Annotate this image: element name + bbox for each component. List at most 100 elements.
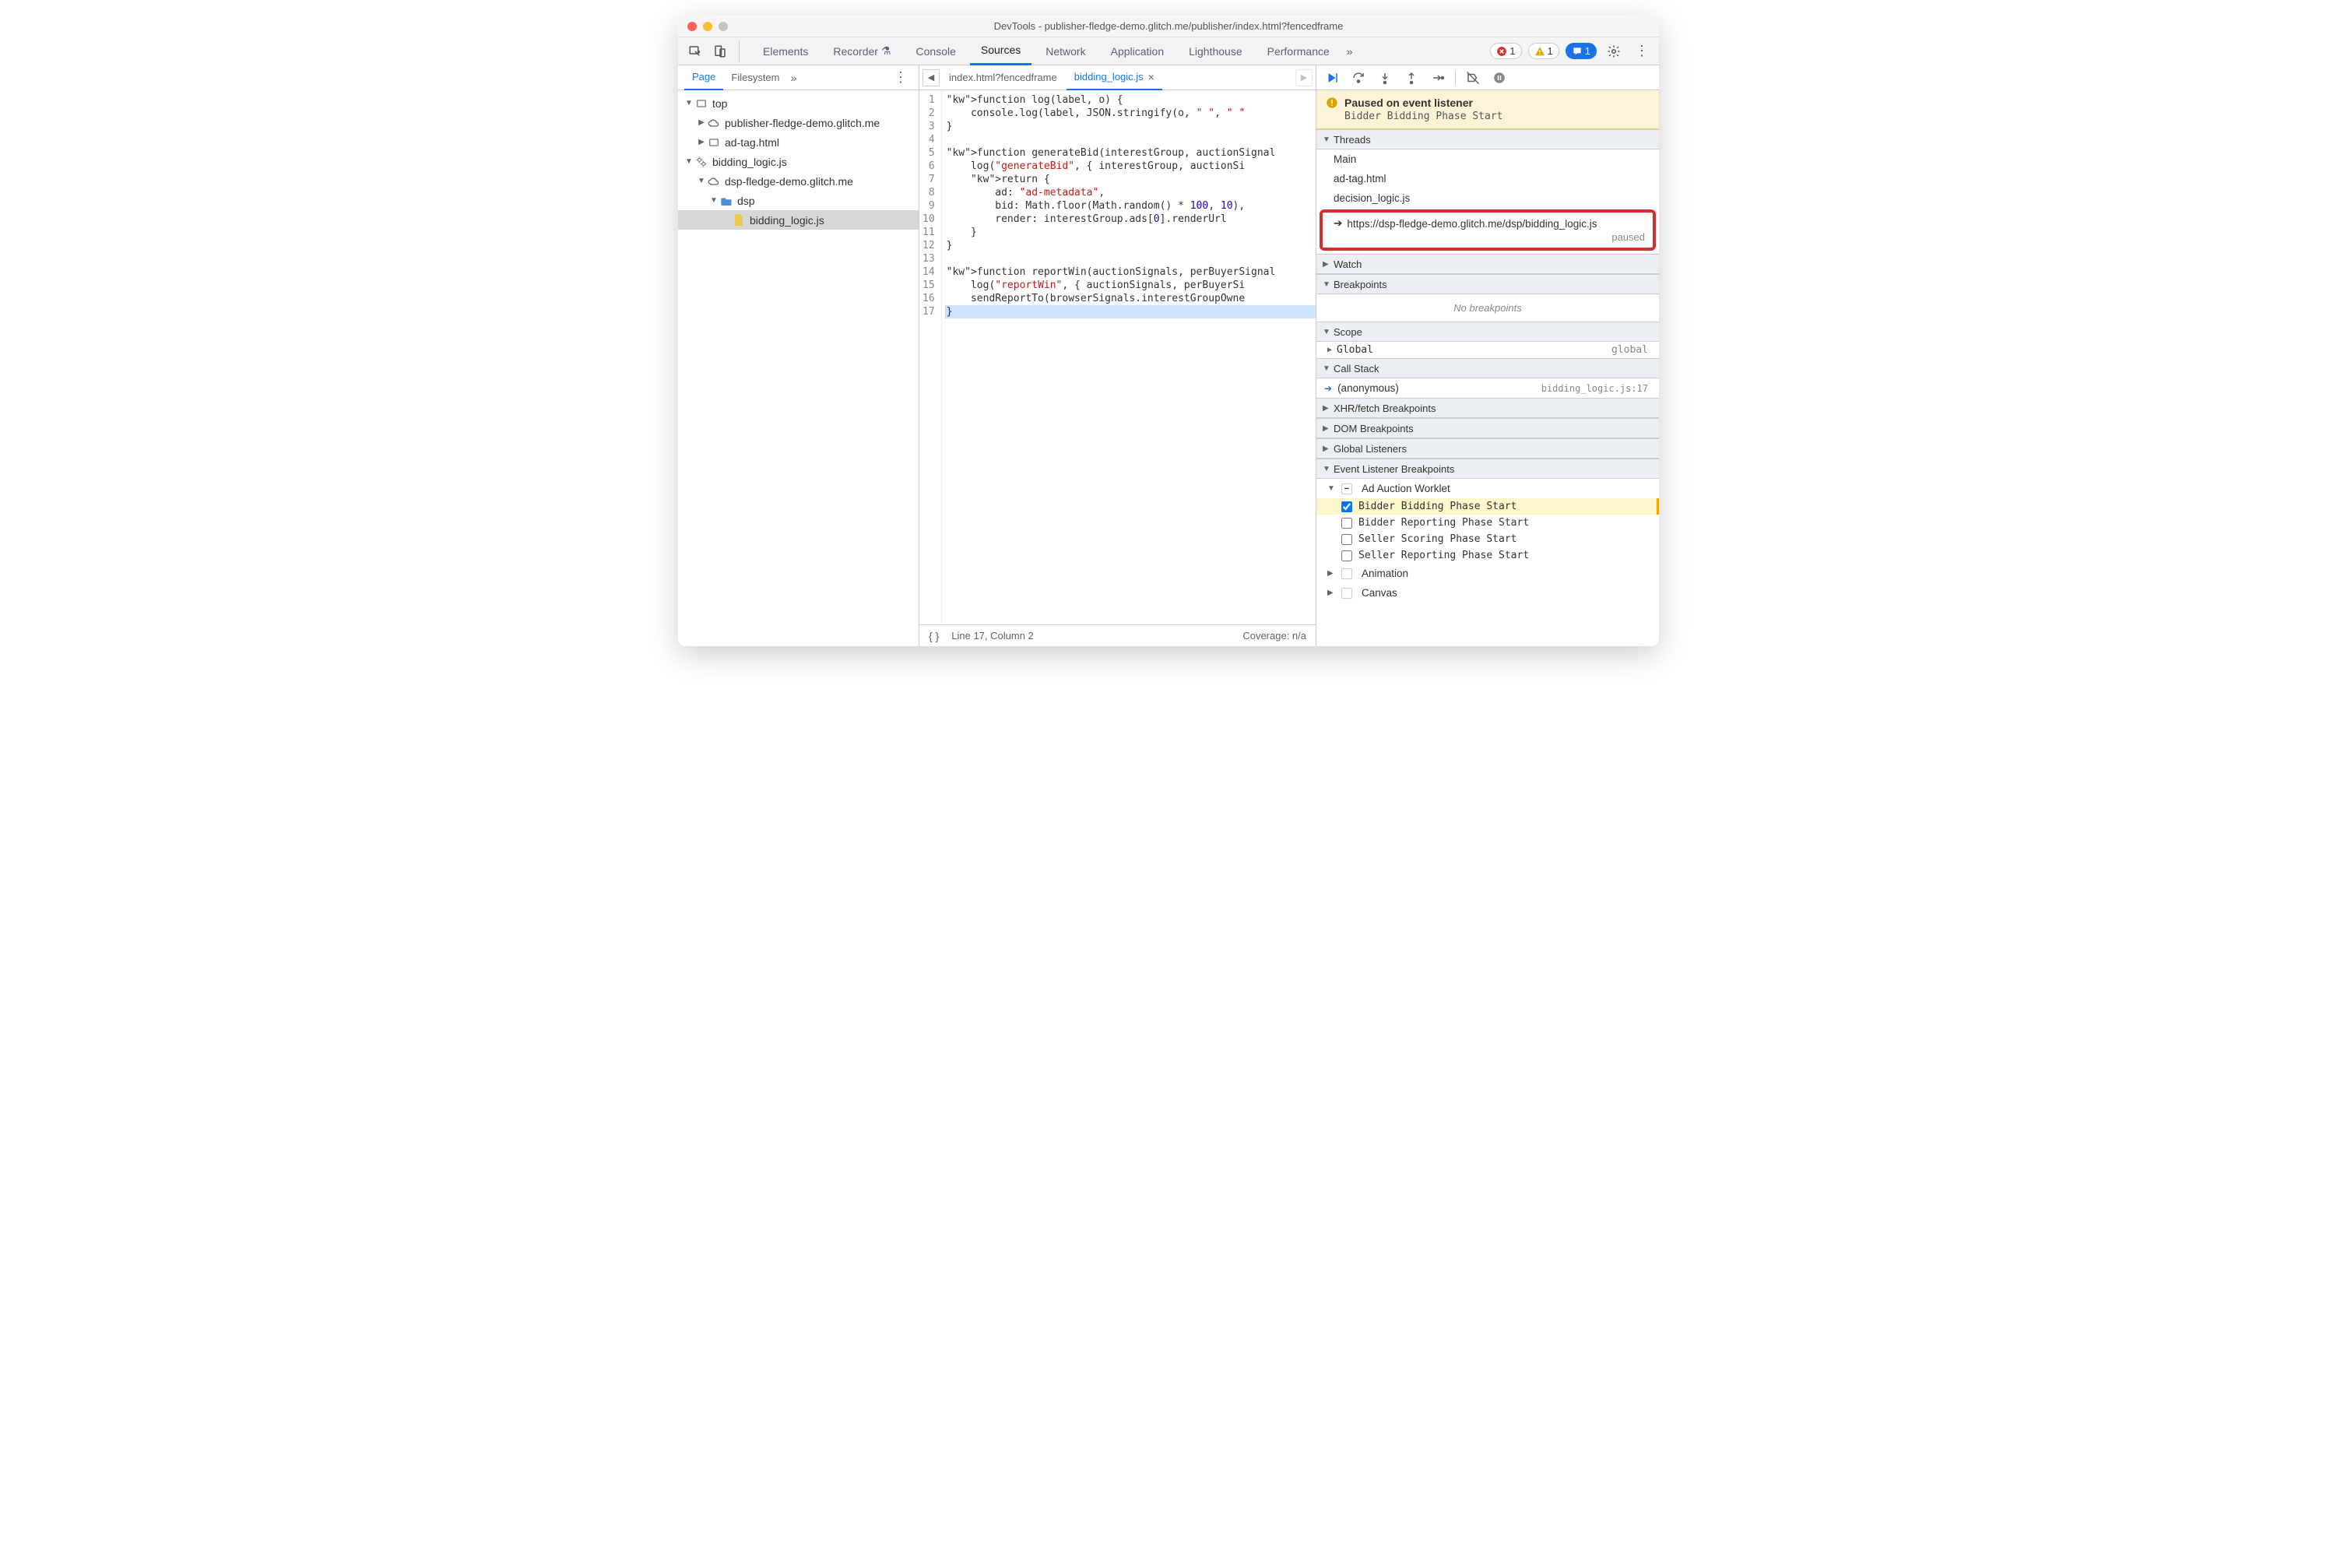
navigator-tab-filesystem[interactable]: Filesystem <box>723 65 787 90</box>
issues-badge[interactable]: 1 <box>1566 43 1597 59</box>
step-out-icon[interactable] <box>1402 69 1421 87</box>
step-into-icon[interactable] <box>1376 69 1394 87</box>
folder-icon <box>720 195 733 207</box>
coverage-status: Coverage: n/a <box>1242 630 1306 642</box>
warnings-badge[interactable]: 1 <box>1528 43 1559 59</box>
no-breakpoints-msg: No breakpoints <box>1316 294 1659 322</box>
editor-tab-index[interactable]: index.html?fencedframe <box>941 65 1065 90</box>
minimize-window-button[interactable] <box>703 22 712 31</box>
navigator-more-icon[interactable]: » <box>791 72 797 84</box>
event-bp-checkbox[interactable] <box>1341 534 1352 545</box>
event-bp-header[interactable]: ▼Event Listener Breakpoints <box>1316 459 1659 479</box>
tree-item-adtag[interactable]: ▶ ad-tag.html <box>678 132 919 152</box>
main-tabs: Elements Recorder ⚗ Console Sources Netw… <box>678 37 1659 65</box>
xhr-bp-header[interactable]: ▶XHR/fetch Breakpoints <box>1316 398 1659 418</box>
inspect-element-icon[interactable] <box>684 40 706 62</box>
kebab-menu-icon[interactable]: ⋮ <box>1631 40 1653 62</box>
threads-body: Main ad-tag.html decision_logic.js ➔http… <box>1316 149 1659 254</box>
navigator-panel: Page Filesystem » ⋮ ▼ top ▶ publisher-fl… <box>678 65 919 646</box>
close-window-button[interactable] <box>687 22 697 31</box>
resume-icon[interactable] <box>1323 69 1341 87</box>
callstack-header[interactable]: ▼Call Stack <box>1316 358 1659 378</box>
tree-label: bidding_logic.js <box>712 156 787 168</box>
deactivate-breakpoints-icon[interactable] <box>1464 69 1482 87</box>
more-tabs-icon[interactable]: » <box>1344 37 1356 65</box>
global-listeners-header[interactable]: ▶Global Listeners <box>1316 438 1659 459</box>
event-bp-item[interactable]: Bidder Reporting Phase Start <box>1316 515 1659 531</box>
threads-header[interactable]: ▼Threads <box>1316 129 1659 149</box>
editor-tabs: ◀ index.html?fencedframe bidding_logic.j… <box>919 65 1316 90</box>
settings-icon[interactable] <box>1603 40 1625 62</box>
tab-sources[interactable]: Sources <box>970 37 1031 65</box>
close-tab-icon[interactable]: × <box>1148 71 1154 83</box>
event-bp-item[interactable]: Seller Reporting Phase Start <box>1316 547 1659 564</box>
step-over-icon[interactable] <box>1349 69 1368 87</box>
callstack-frame[interactable]: ➔ (anonymous) bidding_logic.js:17 <box>1316 378 1659 398</box>
gutter: 1234567891011121314151617 <box>919 90 942 624</box>
callstack-body: ➔ (anonymous) bidding_logic.js:17 <box>1316 378 1659 398</box>
current-thread-indicator-icon: ➔ <box>1334 217 1342 230</box>
paused-banner: Paused on event listener Bidder Bidding … <box>1316 90 1659 129</box>
info-icon <box>1572 46 1583 57</box>
collapse-box-icon[interactable]: − <box>1341 483 1352 494</box>
tree-item-worklet[interactable]: ▼ bidding_logic.js <box>678 152 919 171</box>
expand-box-icon[interactable] <box>1341 568 1352 579</box>
code-area[interactable]: "kw">function log(label, o) { console.lo… <box>942 90 1316 624</box>
errors-badge[interactable]: 1 <box>1490 43 1521 59</box>
event-bp-item[interactable]: Bidder Bidding Phase Start <box>1316 498 1659 515</box>
maximize-window-button[interactable] <box>719 22 728 31</box>
event-category-canvas[interactable]: ▶ Canvas <box>1316 583 1659 603</box>
error-icon <box>1496 46 1507 57</box>
breakpoints-body: No breakpoints <box>1316 294 1659 322</box>
tab-network[interactable]: Network <box>1035 37 1096 65</box>
format-icon[interactable]: { } <box>929 630 939 642</box>
event-bp-checkbox[interactable] <box>1341 501 1352 512</box>
inspect-buttons <box>684 40 740 62</box>
tree-item-bidding-file[interactable]: bidding_logic.js <box>678 210 919 230</box>
navigator-menu-icon[interactable]: ⋮ <box>889 69 912 86</box>
tab-console[interactable]: Console <box>905 37 967 65</box>
navigator-tab-page[interactable]: Page <box>684 65 723 90</box>
nav-back-icon[interactable]: ◀ <box>922 69 940 86</box>
file-tree: ▼ top ▶ publisher-fledge-demo.glitch.me … <box>678 90 919 646</box>
tab-lighthouse[interactable]: Lighthouse <box>1178 37 1253 65</box>
tree-item-dsp-folder[interactable]: ▼ dsp <box>678 191 919 210</box>
frame-icon <box>708 136 720 149</box>
nav-forward-icon[interactable]: ▶ <box>1295 69 1313 86</box>
separator <box>1455 71 1456 85</box>
event-bp-item[interactable]: Seller Scoring Phase Start <box>1316 531 1659 547</box>
tree-item-dsp-domain[interactable]: ▼ dsp-fledge-demo.glitch.me <box>678 171 919 191</box>
thread-item[interactable]: ad-tag.html <box>1316 169 1659 188</box>
event-category-animation[interactable]: ▶ Animation <box>1316 564 1659 583</box>
tree-item-domain[interactable]: ▶ publisher-fledge-demo.glitch.me <box>678 113 919 132</box>
step-icon[interactable] <box>1429 69 1447 87</box>
tab-performance[interactable]: Performance <box>1256 37 1341 65</box>
watch-header[interactable]: ▶Watch <box>1316 254 1659 274</box>
editor-tab-bidding[interactable]: bidding_logic.js× <box>1067 65 1162 90</box>
scope-header[interactable]: ▼Scope <box>1316 322 1659 342</box>
pause-exceptions-icon[interactable] <box>1490 69 1509 87</box>
breakpoints-header[interactable]: ▼Breakpoints <box>1316 274 1659 294</box>
thread-item[interactable]: Main <box>1316 149 1659 169</box>
device-toggle-icon[interactable] <box>709 40 731 62</box>
expand-box-icon[interactable] <box>1341 588 1352 599</box>
event-bp-checkbox[interactable] <box>1341 518 1352 529</box>
event-category-ad-auction[interactable]: ▼ − Ad Auction Worklet <box>1316 479 1659 498</box>
thread-item-current[interactable]: ➔https://dsp-fledge-demo.glitch.me/dsp/b… <box>1320 209 1656 251</box>
content: Page Filesystem » ⋮ ▼ top ▶ publisher-fl… <box>678 65 1659 646</box>
current-frame-indicator-icon: ➔ <box>1324 383 1332 394</box>
window-title: DevTools - publisher-fledge-demo.glitch.… <box>687 20 1650 32</box>
event-bp-checkbox[interactable] <box>1341 550 1352 561</box>
thread-item[interactable]: decision_logic.js <box>1316 188 1659 208</box>
tab-elements[interactable]: Elements <box>752 37 819 65</box>
scope-global[interactable]: ▶Globalglobal <box>1316 342 1659 358</box>
js-file-icon <box>733 214 745 227</box>
tab-application[interactable]: Application <box>1100 37 1176 65</box>
dom-bp-header[interactable]: ▶DOM Breakpoints <box>1316 418 1659 438</box>
tree-item-top[interactable]: ▼ top <box>678 93 919 113</box>
tab-recorder[interactable]: Recorder ⚗ <box>822 37 901 65</box>
navigator-tabs: Page Filesystem » ⋮ <box>678 65 919 90</box>
editor-body[interactable]: 1234567891011121314151617 "kw">function … <box>919 90 1316 624</box>
tree-label: dsp <box>737 195 755 207</box>
devtools-window: DevTools - publisher-fledge-demo.glitch.… <box>678 16 1659 646</box>
